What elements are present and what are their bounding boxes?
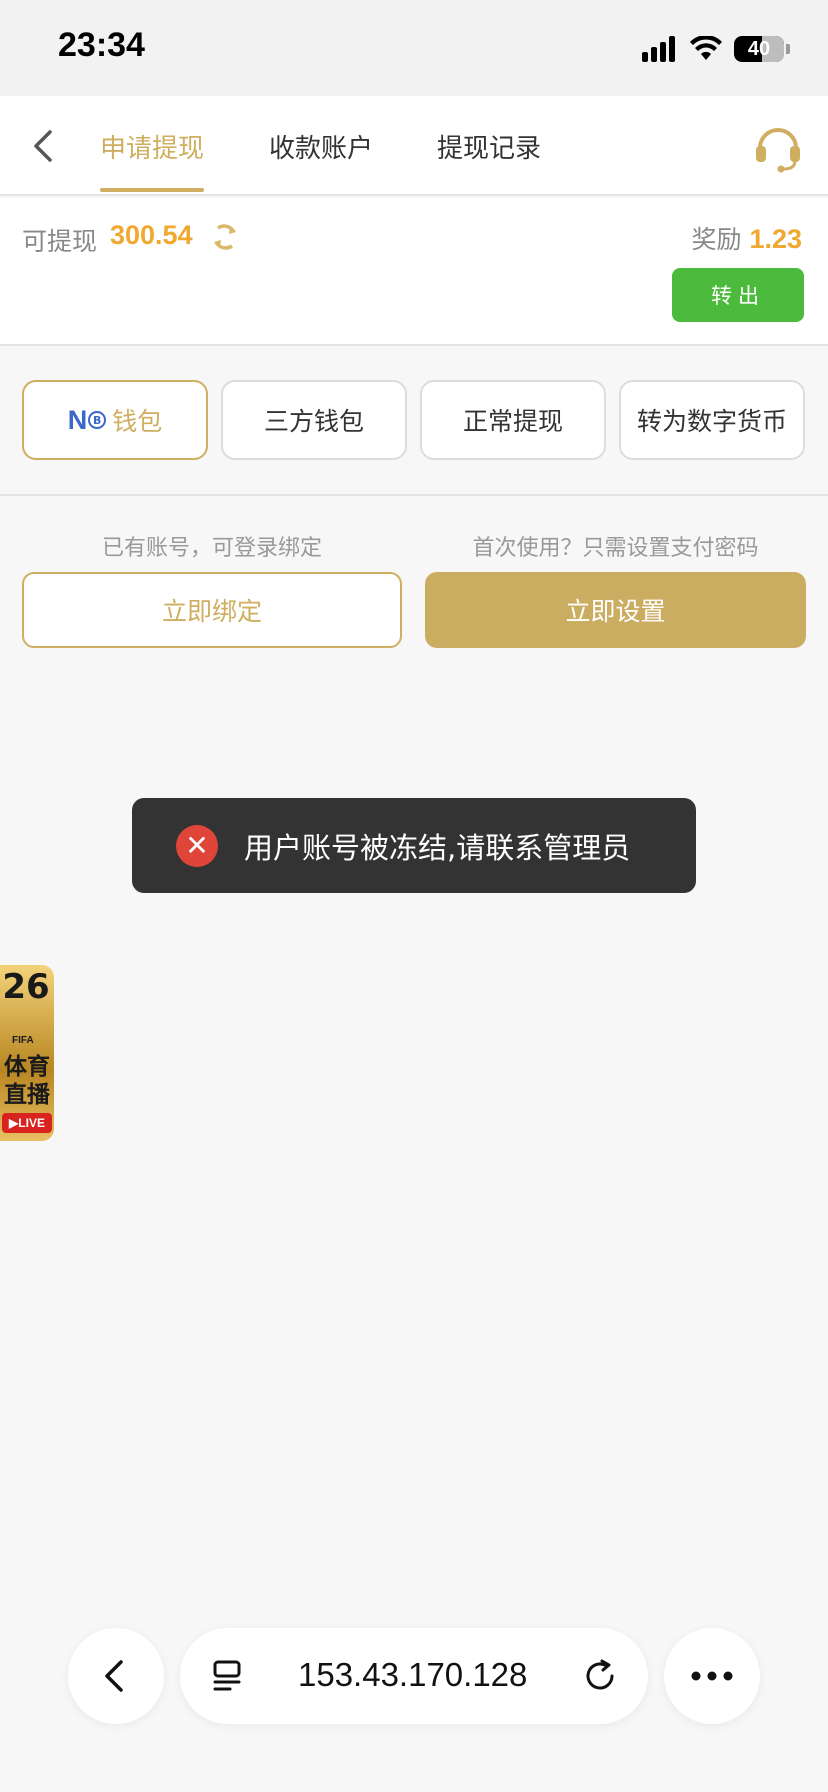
back-chevron-icon[interactable] (20, 122, 68, 170)
battery-icon: 40 (734, 36, 784, 62)
badge-text: 体育直播 (4, 1054, 50, 1108)
status-time: 23:34 (58, 26, 145, 64)
back-chevron-icon (105, 1660, 123, 1692)
header-nav: 申请提现 收款账户 提现记录 (0, 96, 828, 196)
reader-mode-icon[interactable] (210, 1658, 246, 1694)
error-x-icon: ✕ (176, 824, 218, 867)
transfer-out-button[interactable]: 转出 (672, 268, 804, 322)
setup-hint: 首次使用？只需设置支付密码 (472, 536, 759, 561)
active-tab-indicator (100, 188, 204, 192)
setup-now-button[interactable]: 立即设置 (425, 572, 806, 648)
toast-message: 用户账号被冻结,请联系管理员 (244, 830, 631, 865)
browser-back-button[interactable] (68, 1628, 164, 1724)
tab-receiving-account[interactable]: 收款账户 (269, 128, 373, 165)
bind-hint: 已有账号，可登录绑定 (101, 536, 322, 561)
wifi-icon (690, 36, 722, 60)
option-convert-crypto[interactable]: 转为数字货币 (619, 380, 805, 460)
nb-logo-icon: N B (68, 405, 107, 436)
withdraw-method-options: N B 钱包 三方钱包 正常提现 转为数字货币 (0, 348, 828, 496)
option-nb-wallet[interactable]: N B 钱包 (22, 380, 208, 460)
address-bar[interactable]: 153.43.170.128 (180, 1628, 648, 1724)
refresh-balance-icon[interactable] (210, 222, 240, 252)
tab-withdraw-records[interactable]: 提现记录 (437, 128, 541, 165)
withdrawable-amount: 300.54 (110, 220, 193, 250)
reload-icon[interactable] (582, 1658, 618, 1694)
more-dots-icon (691, 1671, 733, 1681)
option-label: 钱包 (112, 407, 163, 436)
sports-live-float-badge[interactable]: 26 FIFA 体育直播 ▶ LIVE (0, 965, 54, 1141)
tab-apply-withdraw[interactable]: 申请提现 (100, 128, 204, 165)
status-icons: 40 (642, 34, 790, 64)
customer-service-headset-icon[interactable] (750, 118, 806, 174)
option-third-party-wallet[interactable]: 三方钱包 (221, 380, 407, 460)
reward-label: 奖励 (691, 225, 742, 254)
error-toast: ✕ 用户账号被冻结,请联系管理员 (132, 798, 696, 893)
cellular-signal-icon (642, 36, 675, 62)
badge-org: FIFA (12, 1035, 34, 1046)
url-text: 153.43.170.128 (298, 1656, 528, 1693)
battery-level: 40 (747, 37, 771, 60)
balance-panel: 可提现 300.54 奖励 1.23 转出 (0, 198, 828, 346)
bind-now-button[interactable]: 立即绑定 (22, 572, 402, 648)
battery-cap (786, 44, 790, 54)
status-bar: 23:34 40 (0, 0, 828, 96)
reward-info: 奖励 1.23 (691, 220, 802, 256)
live-tag: ▶ LIVE (2, 1113, 52, 1133)
option-normal-withdraw[interactable]: 正常提现 (420, 380, 606, 460)
withdrawable-label: 可提现 (22, 227, 98, 256)
browser-more-button[interactable] (664, 1628, 760, 1724)
reward-amount: 1.23 (749, 224, 802, 254)
badge-number: 26 (2, 967, 50, 1007)
